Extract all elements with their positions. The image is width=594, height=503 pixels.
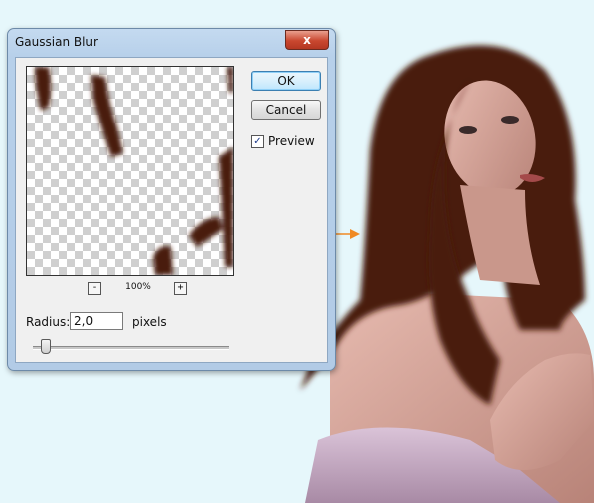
preview-checkbox-row[interactable]: ✓ Preview — [251, 133, 315, 149]
preview-checkbox[interactable]: ✓ — [251, 134, 264, 148]
eye — [459, 126, 477, 134]
arrow-head — [350, 229, 360, 239]
blur-preview[interactable] — [26, 66, 234, 276]
close-icon: x — [303, 33, 311, 47]
title-bar[interactable]: Gaussian Blur x — [8, 29, 335, 57]
zoom-controls: - 100% + — [88, 282, 188, 296]
preview-strand — [227, 67, 233, 93]
minus-icon: - — [91, 282, 98, 293]
eye — [501, 116, 519, 124]
ok-button[interactable]: OK — [251, 71, 321, 91]
zoom-in-button[interactable]: + — [174, 282, 187, 295]
radius-slider-thumb[interactable] — [40, 339, 51, 354]
preview-strand — [153, 246, 173, 275]
radius-input[interactable] — [70, 312, 123, 330]
preview-label: Preview — [268, 134, 315, 148]
preview-strand — [219, 147, 233, 267]
preview-strand — [189, 217, 223, 247]
cancel-button[interactable]: Cancel — [251, 100, 321, 120]
preview-strand — [91, 75, 123, 157]
radius-label: Radius: — [26, 315, 71, 329]
zoom-level: 100% — [125, 282, 151, 292]
dialog-title: Gaussian Blur — [15, 35, 98, 49]
radius-slider-track[interactable] — [33, 346, 229, 350]
gaussian-blur-dialog: Gaussian Blur x - 100% + OK Cancel ✓ Pre… — [7, 28, 336, 371]
checkmark-icon: ✓ — [253, 135, 262, 147]
preview-strand — [35, 67, 51, 111]
zoom-out-button[interactable]: - — [88, 282, 101, 295]
radius-unit-label: pixels — [132, 315, 167, 329]
dialog-client: - 100% + OK Cancel ✓ Preview Radius: pix… — [15, 57, 328, 363]
plus-icon: + — [177, 282, 184, 293]
close-button[interactable]: x — [285, 30, 329, 50]
preview-strands — [35, 67, 233, 275]
